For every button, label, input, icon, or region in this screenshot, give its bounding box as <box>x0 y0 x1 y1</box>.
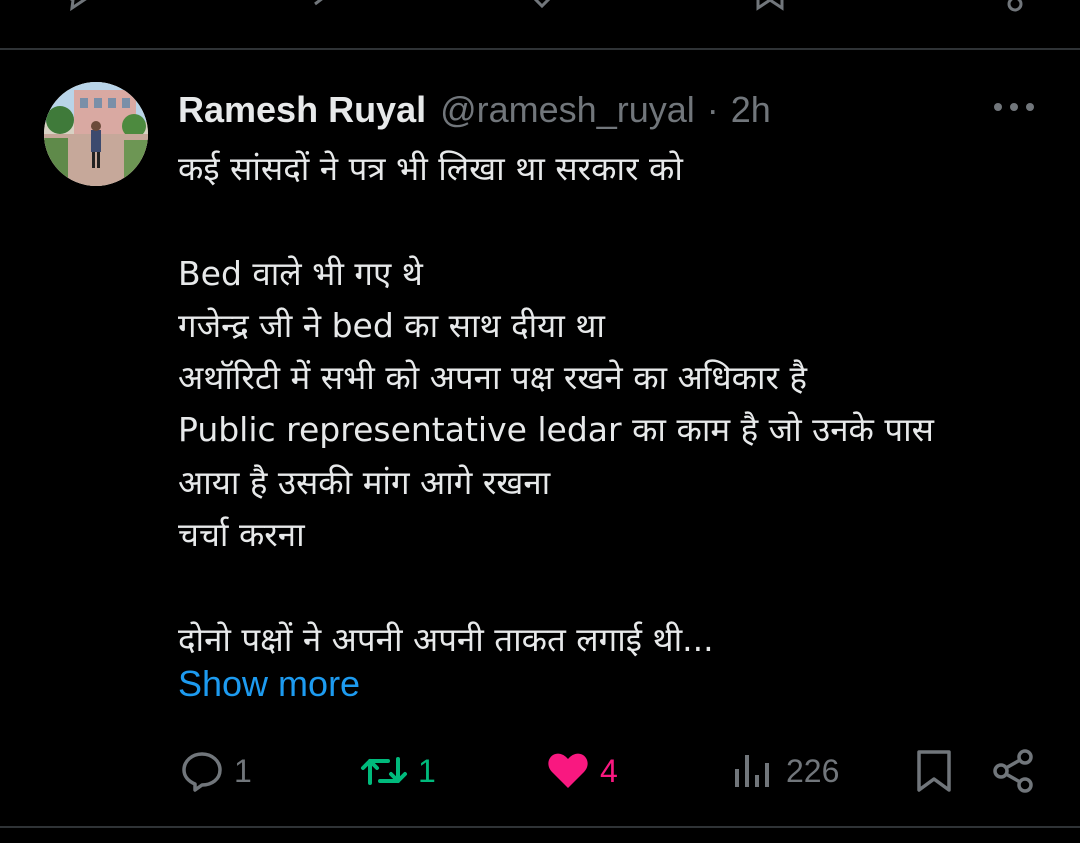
bookmark-icon <box>917 750 951 792</box>
divider-top <box>0 48 1080 50</box>
header-separator: · <box>706 89 719 130</box>
heart-icon <box>548 753 588 788</box>
like-icon[interactable] <box>522 0 562 12</box>
retweet-icon[interactable] <box>297 0 337 12</box>
views-chart-icon <box>735 755 769 787</box>
share-button[interactable] <box>991 746 1035 796</box>
share-icon <box>993 749 1033 793</box>
show-more-link[interactable]: Show more <box>178 663 360 705</box>
like-count: 4 <box>600 752 618 789</box>
views-button[interactable]: 226 <box>732 746 839 796</box>
tweet[interactable]: Ramesh Ruyal @ramesh_ruyal · 2h कई सांसद… <box>0 52 1080 827</box>
tweet-header: Ramesh Ruyal @ramesh_ruyal · 2h <box>178 88 771 132</box>
tweet-actions: 1 1 4 226 <box>0 746 1080 796</box>
avatar[interactable] <box>44 82 148 186</box>
author-name[interactable]: Ramesh Ruyal <box>178 89 426 131</box>
divider-bottom <box>0 826 1080 828</box>
avatar-photo <box>44 82 148 186</box>
author-handle[interactable]: @ramesh_ruyal <box>440 89 695 131</box>
views-count: 226 <box>786 752 840 789</box>
timestamp[interactable]: 2h <box>731 89 771 131</box>
reply-icon[interactable] <box>58 0 98 12</box>
share-icon[interactable] <box>995 0 1035 12</box>
bookmark-button[interactable] <box>914 746 954 796</box>
tweet-text: कई सांसदों ने पत्र भी लिखा था सरकार को B… <box>178 149 934 659</box>
retweet-count: 1 <box>418 752 436 789</box>
like-button[interactable]: 4 <box>546 746 618 796</box>
retweet-button[interactable]: 1 <box>360 746 436 796</box>
reply-button[interactable]: 1 <box>180 746 252 796</box>
previous-tweet-actions <box>0 0 1080 20</box>
bookmark-icon[interactable] <box>750 0 790 12</box>
retweet-icon <box>361 757 407 785</box>
reply-count: 1 <box>234 752 252 789</box>
reply-icon <box>182 752 222 792</box>
more-options-icon[interactable] <box>992 92 1036 122</box>
